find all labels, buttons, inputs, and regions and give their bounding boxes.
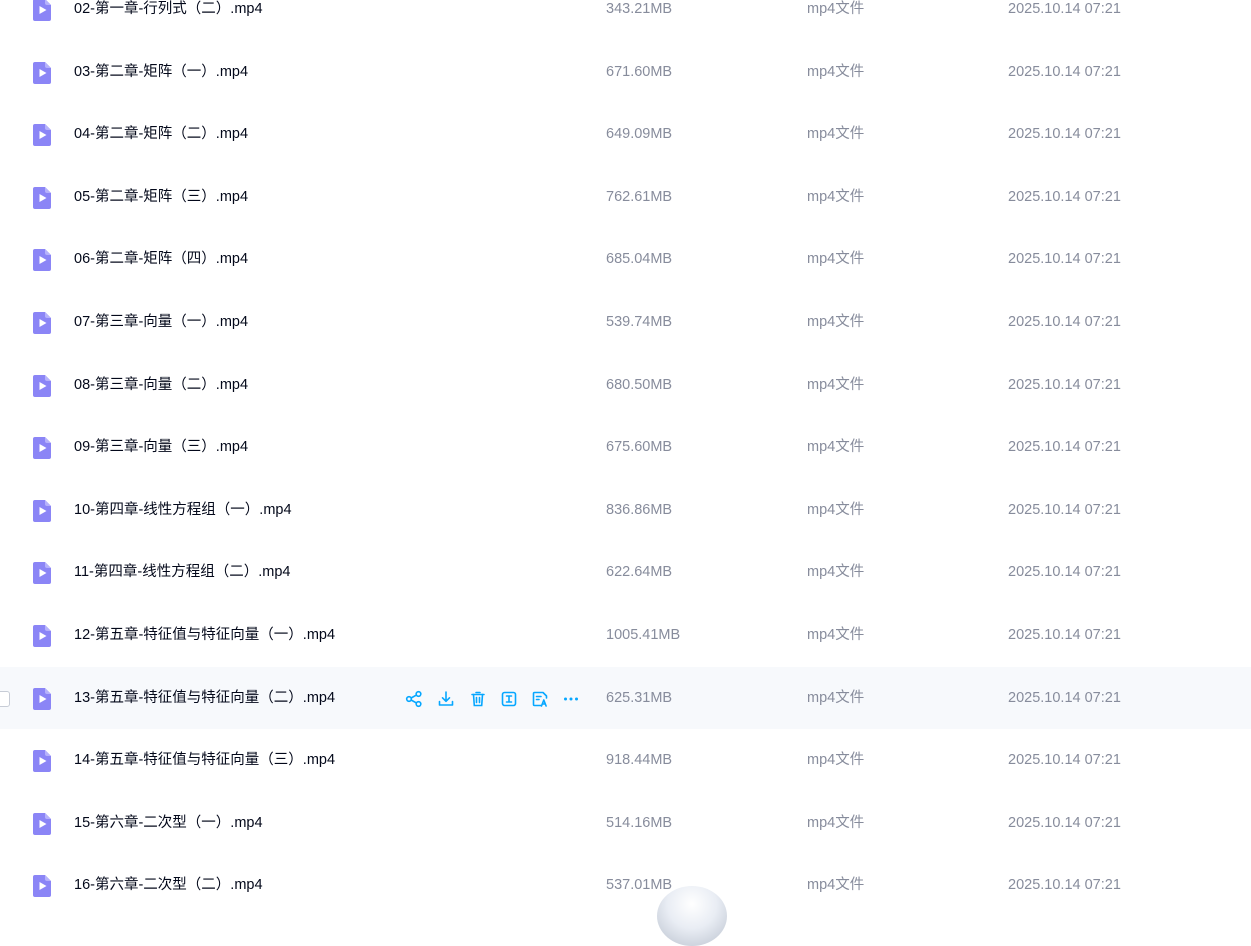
video-file-icon	[30, 749, 54, 773]
file-size: 649.09MB	[606, 126, 673, 143]
file-name[interactable]: 13-第五章-特征值与特征向量（二）.mp4	[74, 667, 335, 730]
table-row[interactable]: 16-第六章-二次型（二）.mp4 537.01MB mp4文件 2025.10…	[0, 854, 1251, 917]
video-file-icon	[30, 624, 54, 648]
video-file-icon	[30, 374, 54, 398]
video-file-icon	[30, 874, 54, 898]
table-row[interactable]: 02-第一章-行列式（二）.mp4 343.21MB mp4文件 2025.10…	[0, 0, 1251, 41]
file-name[interactable]: 03-第二章-矩阵（一）.mp4	[74, 41, 248, 104]
video-file-icon	[30, 311, 54, 335]
file-size: 622.64MB	[606, 564, 673, 581]
video-file-icon	[30, 499, 54, 523]
file-name[interactable]: 05-第二章-矩阵（三）.mp4	[74, 166, 248, 229]
file-type: mp4文件	[807, 501, 865, 518]
file-type: mp4文件	[807, 814, 865, 831]
file-size: 762.61MB	[606, 188, 673, 205]
file-list: 02-第一章-行列式（二）.mp4 343.21MB mp4文件 2025.10…	[0, 0, 1251, 917]
file-name[interactable]: 07-第三章-向量（一）.mp4	[74, 291, 248, 354]
file-size: 918.44MB	[606, 752, 673, 769]
rename-icon[interactable]	[499, 689, 519, 709]
file-name[interactable]: 09-第三章-向量（三）.mp4	[74, 416, 248, 479]
file-type: mp4文件	[807, 251, 865, 268]
modified-date: 2025.10.14 07:21	[1008, 251, 1121, 268]
file-size: 514.16MB	[606, 814, 673, 831]
table-row[interactable]: 09-第三章-向量（三）.mp4 675.60MB mp4文件 2025.10.…	[0, 416, 1251, 479]
modified-date: 2025.10.14 07:21	[1008, 1, 1121, 17]
file-type: mp4文件	[807, 626, 865, 643]
file-name[interactable]: 02-第一章-行列式（二）.mp4	[74, 0, 263, 41]
modified-date: 2025.10.14 07:21	[1008, 689, 1121, 706]
table-row[interactable]: 13-第五章-特征值与特征向量（二）.mp4 625.31MB mp4文件 20…	[0, 666, 1251, 730]
modified-date: 2025.10.14 07:21	[1008, 439, 1121, 456]
file-size: 625.31MB	[606, 689, 673, 706]
video-file-icon	[30, 0, 54, 22]
table-row[interactable]: 04-第二章-矩阵（二）.mp4 649.09MB mp4文件 2025.10.…	[0, 103, 1251, 166]
modified-date: 2025.10.14 07:21	[1008, 564, 1121, 581]
file-name[interactable]: 16-第六章-二次型（二）.mp4	[74, 854, 263, 917]
video-file-icon	[30, 812, 54, 836]
file-name[interactable]: 15-第六章-二次型（一）.mp4	[74, 792, 263, 855]
file-size: 680.50MB	[606, 376, 673, 393]
file-size: 685.04MB	[606, 251, 673, 268]
file-type: mp4文件	[807, 564, 865, 581]
file-name[interactable]: 08-第三章-向量（二）.mp4	[74, 354, 248, 417]
file-type: mp4文件	[807, 752, 865, 769]
video-file-icon	[30, 436, 54, 460]
video-file-icon	[30, 248, 54, 272]
floating-assistant-avatar[interactable]	[657, 886, 727, 946]
table-row[interactable]: 06-第二章-矩阵（四）.mp4 685.04MB mp4文件 2025.10.…	[0, 228, 1251, 291]
table-row[interactable]: 08-第三章-向量（二）.mp4 680.50MB mp4文件 2025.10.…	[0, 354, 1251, 417]
video-file-icon	[30, 687, 54, 711]
modified-date: 2025.10.14 07:21	[1008, 63, 1121, 80]
table-row[interactable]: 07-第三章-向量（一）.mp4 539.74MB mp4文件 2025.10.…	[0, 291, 1251, 354]
file-size: 1005.41MB	[606, 626, 681, 643]
video-file-icon	[30, 123, 54, 147]
table-row[interactable]: 03-第二章-矩阵（一）.mp4 671.60MB mp4文件 2025.10.…	[0, 41, 1251, 104]
file-name[interactable]: 04-第二章-矩阵（二）.mp4	[74, 103, 248, 166]
delete-icon[interactable]	[468, 689, 488, 709]
table-row[interactable]: 15-第六章-二次型（一）.mp4 514.16MB mp4文件 2025.10…	[0, 792, 1251, 855]
modified-date: 2025.10.14 07:21	[1008, 752, 1121, 769]
file-type: mp4文件	[807, 63, 865, 80]
file-type: mp4文件	[807, 1, 865, 17]
row-checkbox[interactable]	[0, 690, 10, 707]
video-file-icon	[30, 561, 54, 585]
file-type: mp4文件	[807, 126, 865, 143]
file-size: 671.60MB	[606, 63, 673, 80]
file-type: mp4文件	[807, 439, 865, 456]
file-name[interactable]: 11-第四章-线性方程组（二）.mp4	[74, 541, 290, 604]
modified-date: 2025.10.14 07:21	[1008, 501, 1121, 518]
modified-date: 2025.10.14 07:21	[1008, 188, 1121, 205]
video-file-icon	[30, 61, 54, 85]
more-icon[interactable]	[561, 689, 581, 709]
file-size: 675.60MB	[606, 439, 673, 456]
modified-date: 2025.10.14 07:21	[1008, 877, 1121, 894]
modified-date: 2025.10.14 07:21	[1008, 626, 1121, 643]
file-name[interactable]: 06-第二章-矩阵（四）.mp4	[74, 228, 248, 291]
modified-date: 2025.10.14 07:21	[1008, 313, 1121, 330]
table-row[interactable]: 14-第五章-特征值与特征向量（三）.mp4 918.44MB mp4文件 20…	[0, 729, 1251, 792]
modified-date: 2025.10.14 07:21	[1008, 126, 1121, 143]
download-icon[interactable]	[436, 689, 456, 709]
table-row[interactable]: 10-第四章-线性方程组（一）.mp4 836.86MB mp4文件 2025.…	[0, 479, 1251, 542]
modified-date: 2025.10.14 07:21	[1008, 376, 1121, 393]
video-file-icon	[30, 186, 54, 210]
file-name[interactable]: 12-第五章-特征值与特征向量（一）.mp4	[74, 604, 335, 667]
file-type: mp4文件	[807, 877, 865, 894]
file-type: mp4文件	[807, 188, 865, 205]
file-size: 539.74MB	[606, 313, 673, 330]
file-type: mp4文件	[807, 313, 865, 330]
table-row[interactable]: 05-第二章-矩阵（三）.mp4 762.61MB mp4文件 2025.10.…	[0, 166, 1251, 229]
file-name[interactable]: 14-第五章-特征值与特征向量（三）.mp4	[74, 729, 335, 792]
file-type: mp4文件	[807, 689, 865, 706]
table-row[interactable]: 12-第五章-特征值与特征向量（一）.mp4 1005.41MB mp4文件 2…	[0, 604, 1251, 667]
file-size: 343.21MB	[606, 1, 673, 17]
table-row[interactable]: 11-第四章-线性方程组（二）.mp4 622.64MB mp4文件 2025.…	[0, 541, 1251, 604]
modified-date: 2025.10.14 07:21	[1008, 814, 1121, 831]
file-name[interactable]: 10-第四章-线性方程组（一）.mp4	[74, 479, 292, 542]
file-size: 836.86MB	[606, 501, 673, 518]
share-icon[interactable]	[404, 689, 424, 709]
ai-text-icon[interactable]	[530, 689, 550, 709]
file-type: mp4文件	[807, 376, 865, 393]
